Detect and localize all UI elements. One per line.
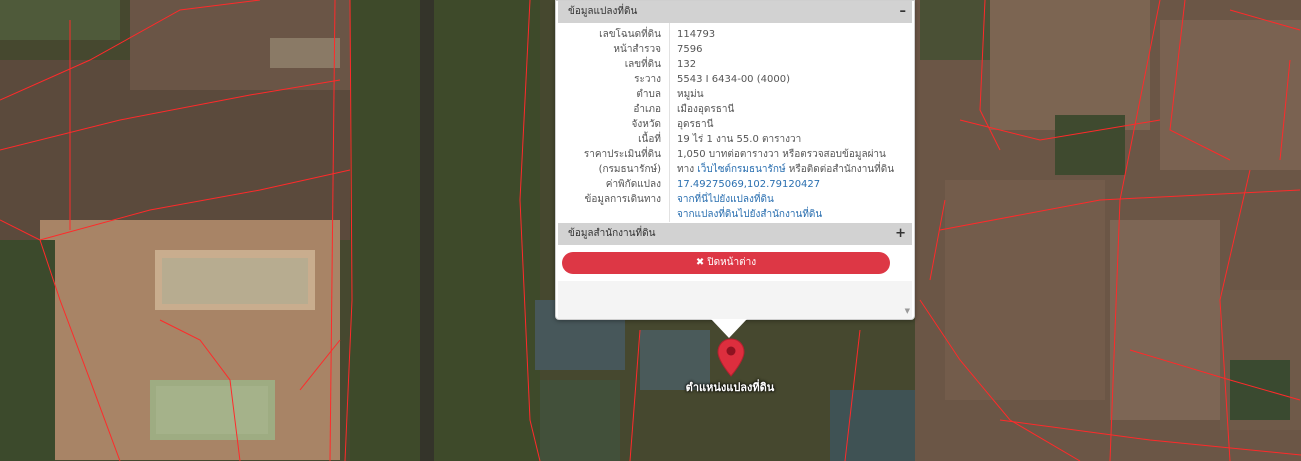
info-row-district: อำเภอ เมืองอุดรธานี bbox=[558, 102, 912, 117]
land-office-title: ข้อมูลสำนักงานที่ดิน bbox=[568, 228, 656, 239]
close-button-label: ปิดหน้าต่าง bbox=[707, 257, 757, 268]
info-value: เมืองอุดรธานี bbox=[677, 104, 735, 115]
map-marker-icon[interactable] bbox=[716, 338, 746, 378]
info-value: 7596 bbox=[677, 44, 703, 55]
marker-shape bbox=[717, 338, 745, 377]
parcel-info-header[interactable]: ข้อมูลแปลงที่ดิน – bbox=[558, 1, 912, 23]
collapse-icon[interactable]: – bbox=[900, 1, 907, 23]
price-label-line2: (กรมธนารักษ์) bbox=[598, 164, 661, 175]
info-value: หมูม่น bbox=[677, 89, 704, 100]
info-label: อำเภอ bbox=[633, 104, 661, 115]
info-value: 1,050 บาทต่อตารางวา หรือตรวจสอบข้อมูลผ่า… bbox=[677, 147, 912, 177]
price-value-prefix: ทาง bbox=[677, 164, 698, 175]
scroll-down-icon[interactable]: ▼ bbox=[905, 307, 910, 315]
info-row-parcel-number: เลขที่ดิน 132 bbox=[558, 57, 912, 72]
price-label-line1: ราคาประเมินที่ดิน bbox=[583, 149, 661, 160]
parcel-info-popup: ข้อมูลแปลงที่ดิน – เลขโฉนดที่ดิน 114793 … bbox=[555, 0, 915, 320]
info-row-travel: ข้อมูลการเดินทาง จากที่นี่ไปยังแปลงที่ดิ… bbox=[558, 192, 912, 222]
info-label: ค่าพิกัดแปลง bbox=[605, 179, 661, 190]
info-label: จังหวัด bbox=[631, 119, 661, 130]
close-window-button[interactable]: ✖ ปิดหน้าต่าง bbox=[562, 252, 890, 274]
land-office-header[interactable]: ข้อมูลสำนักงานที่ดิน + bbox=[558, 223, 912, 245]
info-label: ตำบล bbox=[636, 89, 661, 100]
marker-label: ตำแหน่งแปลงที่ดิน bbox=[685, 381, 775, 394]
expand-icon[interactable]: + bbox=[895, 223, 906, 245]
info-row-province: จังหวัด อุดรธานี bbox=[558, 117, 912, 132]
directions-to-parcel-link[interactable]: จากที่นี่ไปยังแปลงที่ดิน bbox=[677, 192, 912, 207]
popup-pointer bbox=[711, 319, 747, 338]
popup-footer bbox=[558, 281, 912, 319]
parcel-info-title: ข้อมูลแปลงที่ดิน bbox=[568, 6, 638, 17]
info-row-map-sheet: ระวาง 5543 I 6434-00 (4000) bbox=[558, 72, 912, 87]
info-value: 19 ไร่ 1 งาน 55.0 ตารางวา bbox=[677, 134, 802, 145]
info-row-survey-page: หน้าสำรวจ 7596 bbox=[558, 42, 912, 57]
info-row-coordinates: ค่าพิกัดแปลง 17.49275069,102.79120427 bbox=[558, 177, 912, 192]
info-label: ราคาประเมินที่ดิน (กรมธนารักษ์) bbox=[558, 147, 677, 177]
info-value: 5543 I 6434-00 (4000) bbox=[677, 74, 790, 85]
coordinates-link[interactable]: 17.49275069,102.79120427 bbox=[677, 177, 912, 192]
info-label: ระวาง bbox=[634, 74, 661, 85]
info-row-subdistrict: ตำบล หมูม่น bbox=[558, 87, 912, 102]
info-row-deed-number: เลขโฉนดที่ดิน 114793 bbox=[558, 27, 912, 42]
marker-center-dot bbox=[726, 346, 736, 356]
info-label: เนื้อที่ bbox=[638, 134, 661, 145]
info-value: อุดรธานี bbox=[677, 119, 714, 130]
close-icon: ✖ bbox=[695, 257, 705, 268]
info-value: 114793 bbox=[677, 29, 716, 40]
info-label: เลขโฉนดที่ดิน bbox=[599, 29, 661, 40]
info-label: เลขที่ดิน bbox=[624, 59, 661, 70]
info-label: ข้อมูลการเดินทาง bbox=[584, 194, 661, 205]
directions-parcel-to-office-link[interactable]: จากแปลงที่ดินไปยังสำนักงานที่ดิน bbox=[677, 207, 912, 222]
info-label: หน้าสำรวจ bbox=[613, 44, 661, 55]
price-value-line1: 1,050 บาทต่อตารางวา หรือตรวจสอบข้อมูลผ่า… bbox=[677, 149, 886, 160]
info-row-area: เนื้อที่ 19 ไร่ 1 งาน 55.0 ตารางวา bbox=[558, 132, 912, 147]
info-value: จากที่นี่ไปยังแปลงที่ดิน จากแปลงที่ดินไป… bbox=[677, 192, 912, 222]
info-row-appraised-price: ราคาประเมินที่ดิน (กรมธนารักษ์) 1,050 บา… bbox=[558, 147, 912, 177]
info-value: 132 bbox=[677, 59, 697, 70]
price-value-suffix: หรือติดต่อสำนักงานที่ดิน bbox=[785, 164, 895, 175]
treasury-website-link[interactable]: เว็บไซต์กรมธนารักษ์ bbox=[697, 164, 785, 175]
parcel-info-table: เลขโฉนดที่ดิน 114793 หน้าสำรวจ 7596 เลขท… bbox=[558, 23, 912, 222]
price-value-line2: ทาง เว็บไซต์กรมธนารักษ์ หรือติดต่อสำนักง… bbox=[677, 162, 912, 177]
